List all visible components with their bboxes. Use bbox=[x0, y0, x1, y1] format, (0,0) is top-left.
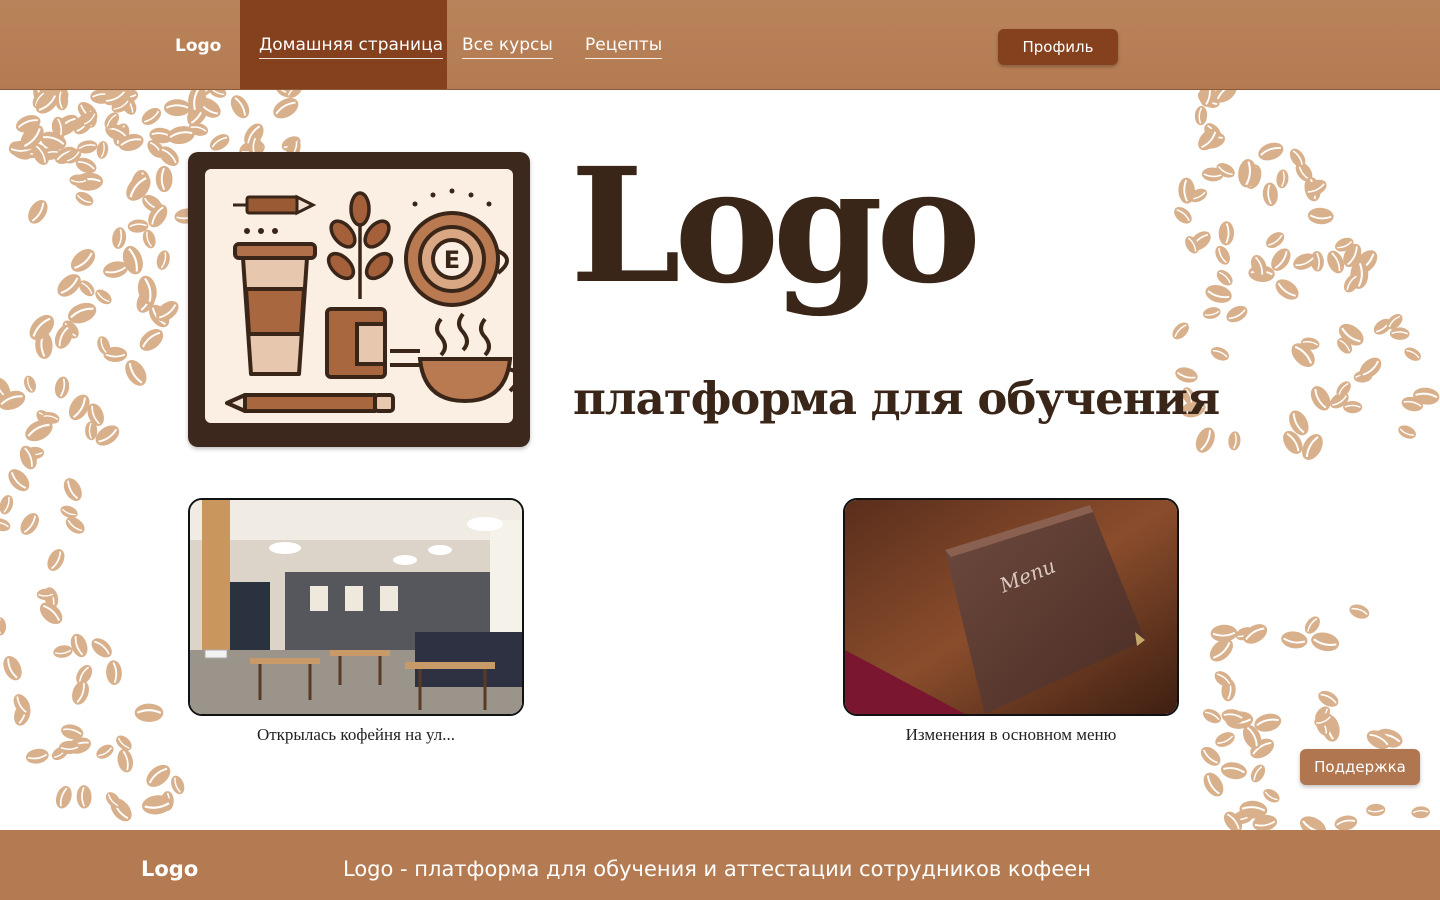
coffee-bean-icon bbox=[70, 249, 96, 272]
hero-title: Logo bbox=[570, 134, 981, 319]
coffee-bean-icon bbox=[72, 680, 89, 705]
coffee-bean-icon bbox=[112, 227, 127, 249]
hero-subtitle: платформа для обучения bbox=[573, 372, 1220, 425]
coffee-bean-icon bbox=[146, 764, 171, 787]
coffee-bean-icon bbox=[3, 655, 22, 681]
profile-button[interactable]: Профиль bbox=[998, 29, 1118, 65]
menu-book-image[interactable]: Menu bbox=[843, 498, 1179, 716]
coffee-bean-icon bbox=[171, 775, 185, 795]
coffee-bean-icon bbox=[1366, 803, 1386, 817]
hero-logo-image: E bbox=[188, 152, 530, 447]
coffee-bean-icon bbox=[1200, 746, 1221, 766]
news-card-cafe-opening[interactable]: Открылась кофейня на ул... bbox=[188, 498, 524, 745]
coffee-bean-icon bbox=[1172, 322, 1189, 340]
coffee-bean-icon bbox=[1276, 169, 1289, 189]
news-caption[interactable]: Открылась кофейня на ул... bbox=[188, 725, 524, 745]
coffee-bean-icon bbox=[155, 165, 173, 193]
coffee-bean-icon bbox=[1202, 708, 1222, 724]
coffee-bean-icon bbox=[1349, 604, 1370, 619]
coffee-bean-icon bbox=[1215, 245, 1230, 265]
coffee-bean-icon bbox=[53, 645, 73, 658]
coffee-bean-icon bbox=[75, 191, 94, 206]
coffee-bean-icon bbox=[91, 638, 112, 658]
coffee-bean-icon bbox=[1226, 305, 1248, 323]
coffee-bean-icon bbox=[230, 95, 250, 119]
coffee-bean-icon bbox=[1218, 221, 1235, 246]
coffee-bean-icon bbox=[1311, 632, 1340, 652]
coffee-bean-icon bbox=[1411, 806, 1430, 819]
coffee-bean-icon bbox=[1220, 762, 1247, 780]
coffee-bean-icon bbox=[95, 289, 112, 305]
coffee-bean-icon bbox=[1228, 431, 1241, 451]
coffee-bean-icon bbox=[20, 513, 39, 535]
coffee-bean-icon bbox=[1307, 207, 1334, 225]
coffee-bean-icon bbox=[63, 478, 82, 501]
coffee-bean-icon bbox=[1210, 347, 1230, 361]
coffee-bean-icon bbox=[1205, 284, 1232, 303]
coffee-bean-icon bbox=[1174, 207, 1192, 224]
nav-logo-link[interactable]: Logo bbox=[175, 36, 221, 56]
coffee-bean-icon bbox=[1318, 690, 1339, 707]
coffee-bean-icon bbox=[163, 99, 191, 117]
coffee-bean-icon bbox=[209, 134, 230, 151]
coffee-bean-icon bbox=[117, 749, 134, 773]
coffee-bean-icon bbox=[1202, 307, 1221, 319]
coffee-bean-icon bbox=[47, 549, 65, 571]
coffee-bean-icon bbox=[76, 785, 92, 809]
coffee-bean-icon bbox=[55, 785, 72, 809]
cafe-interior-image[interactable] bbox=[188, 498, 524, 716]
coffee-bean-icon bbox=[1398, 425, 1416, 439]
coffee-bean-icon bbox=[1281, 631, 1308, 649]
coffee-bean-icon bbox=[156, 250, 170, 270]
coffee-bean-icon bbox=[1275, 279, 1299, 300]
coffee-bean-icon bbox=[8, 469, 30, 492]
nav-link-home[interactable]: Домашняя страница bbox=[259, 35, 444, 59]
coffee-bean-icon bbox=[0, 495, 14, 515]
coffee-bean-icon bbox=[1258, 142, 1284, 161]
coffee-bean-icon bbox=[1195, 427, 1215, 453]
news-card-menu-changes[interactable]: Menu Изменения в основном меню bbox=[843, 498, 1179, 745]
top-navbar: Logo Домашняя страница Все курсы Рецепты… bbox=[0, 0, 1440, 90]
coffee-bean-icon bbox=[1243, 624, 1268, 644]
coffee-bean-icon bbox=[1300, 816, 1327, 830]
coffee-bean-icon bbox=[96, 744, 114, 759]
footer-tagline: Logo - платформа для обучения и аттестац… bbox=[343, 857, 1091, 881]
svg-text:E: E bbox=[444, 246, 460, 274]
coffee-bean-icon bbox=[106, 660, 122, 685]
footer: Logo Logo - платформа для обучения и атт… bbox=[0, 830, 1440, 900]
nav-link-courses[interactable]: Все курсы bbox=[462, 35, 553, 59]
nav-link-recipes[interactable]: Рецепты bbox=[585, 35, 663, 59]
coffee-bean-icon bbox=[134, 703, 164, 722]
coffee-bean-icon bbox=[125, 360, 147, 386]
coffee-bean-icon bbox=[1262, 182, 1278, 207]
coffee-bean-icon bbox=[139, 329, 164, 351]
coffee-bean-icon bbox=[1334, 815, 1358, 830]
coffee-bean-icon bbox=[1404, 347, 1421, 361]
footer-logo[interactable]: Logo bbox=[141, 857, 198, 881]
coffee-bean-icon bbox=[54, 376, 70, 399]
coffee-illustration-icon: E bbox=[225, 188, 521, 413]
coffee-bean-icon bbox=[96, 141, 109, 159]
coffee-bean-icon bbox=[1310, 386, 1331, 411]
coffee-bean-icon bbox=[28, 199, 48, 224]
coffee-bean-icon bbox=[0, 617, 7, 636]
coffee-bean-icon bbox=[1194, 105, 1208, 126]
coffee-bean-icon bbox=[1343, 401, 1363, 414]
coffee-bean-icon bbox=[141, 107, 162, 125]
coffee-bean-icon bbox=[1250, 764, 1266, 783]
coffee-bean-icon bbox=[273, 98, 299, 119]
coffee-bean-icon bbox=[1215, 732, 1235, 747]
coffee-bean-icon bbox=[25, 748, 49, 764]
coffee-bean-icon bbox=[0, 518, 11, 532]
coffee-bean-icon bbox=[70, 633, 88, 658]
coffee-bean-icon bbox=[1266, 232, 1285, 249]
support-button[interactable]: Поддержка bbox=[1300, 749, 1420, 785]
news-caption[interactable]: Изменения в основном меню bbox=[843, 725, 1179, 745]
coffee-bean-icon bbox=[1263, 788, 1280, 803]
coffee-bean-icon bbox=[24, 375, 36, 393]
